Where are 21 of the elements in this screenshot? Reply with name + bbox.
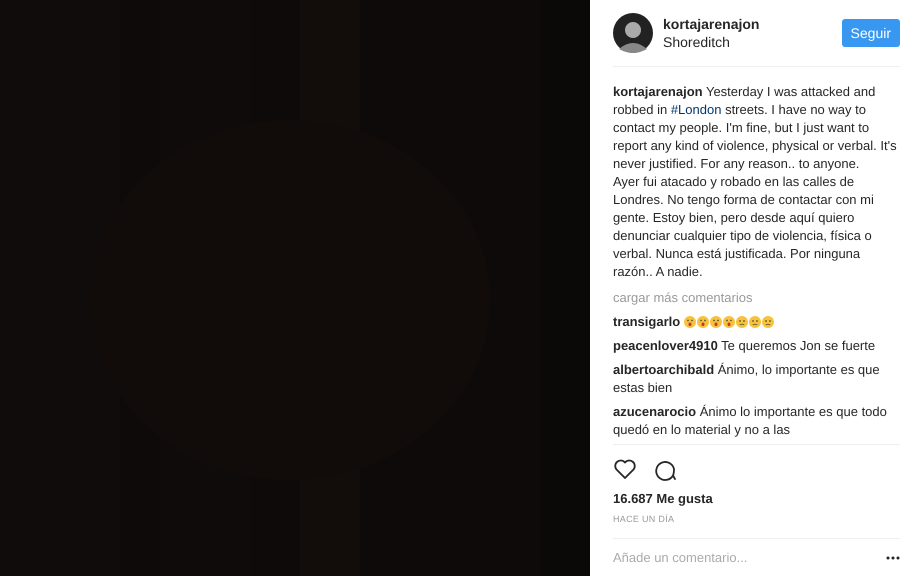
caption: kortajarenajon Yesterday I was attacked and robbed in #London streets. I have no way to contact my people. I'm fine, but I just want to report any kind of violence, physical or verbal. It's never justified. For any reason.. to anyone. <box>613 83 898 173</box>
astonished-face-icon <box>684 316 696 328</box>
username[interactable]: kortajarenajon <box>663 15 760 33</box>
worried-face-icon <box>749 316 762 328</box>
caption-translation: Ayer fui atacado y robado en las calles de Londres. No tengo forma de contactar con mi gente. Estoy bien, pero desde aquí quiero denunciar cualquier tipo de violencia, física o verbal. Nunca está justificada. Por ninguna razón.. A nadie. <box>613 173 875 281</box>
comment: albertoarchibald Ánimo, lo importante es que estas bien <box>613 361 881 397</box>
hashtag-link[interactable]: #London <box>670 102 722 117</box>
astonished-face-icon <box>723 316 736 328</box>
astonished-face-icon <box>697 316 710 328</box>
like-count[interactable]: 16.687 Me gusta <box>613 491 713 506</box>
heart-icon[interactable] <box>613 457 637 481</box>
astonished-face-icon <box>710 316 722 328</box>
comment: azucenarocio Ánimo lo importante es que todo quedó en lo material y no a las <box>613 403 888 439</box>
comment: transigarlo <box>613 313 680 331</box>
avatar[interactable] <box>613 13 653 53</box>
more-options-icon[interactable] <box>886 556 900 560</box>
comment: peacenlover4910 Te queremos Jon se fuerte <box>613 337 876 355</box>
timestamp: HACE UN DÍA <box>613 514 674 526</box>
worried-face-icon <box>736 316 748 328</box>
location[interactable]: Shoreditch <box>663 33 730 51</box>
worried-face-icon <box>762 316 774 328</box>
